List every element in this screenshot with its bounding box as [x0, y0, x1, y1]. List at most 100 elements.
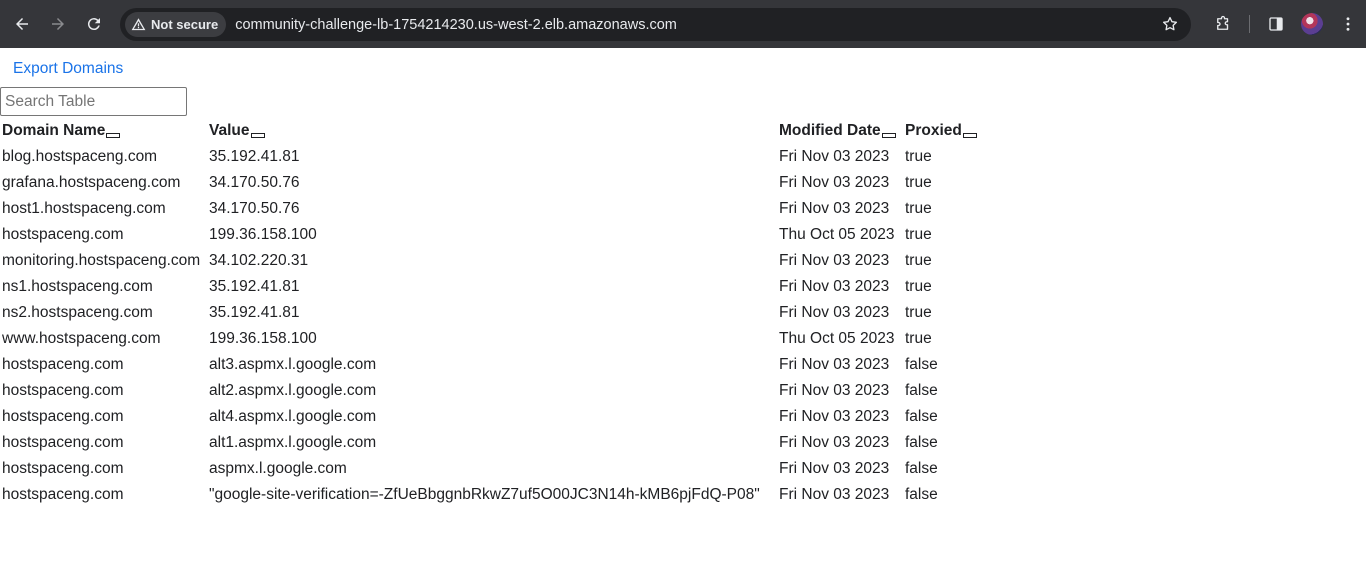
table-row: grafana.hostspaceng.com 34.170.50.76 Fri N…: [0, 170, 977, 196]
forward-button[interactable]: [40, 6, 76, 42]
sort-proxied-button[interactable]: [962, 133, 977, 138]
extensions-icon: [1217, 15, 1229, 30]
domain-cell: host1.hostspaceng.com: [2, 200, 166, 217]
toolbar-divider: [1249, 15, 1250, 33]
domain-cell: hostspaceng.com: [2, 408, 124, 425]
modified-date-cell: Fri Nov 03 2023: [779, 278, 890, 295]
security-label: Not secure: [151, 17, 219, 32]
table-row: hostspaceng.com alt4.aspmx.l.google.com Fr…: [0, 404, 977, 430]
table-row: monitoring.hostspaceng.com 34.102.220.31 F…: [0, 248, 977, 274]
proxied-cell: false: [905, 486, 938, 503]
sort-value-button[interactable]: [250, 133, 265, 138]
url-text[interactable]: community-challenge-lb-1754214230.us-wes…: [235, 17, 677, 33]
table-row: www.hostspaceng.com 199.36.158.100 Thu Oct…: [0, 326, 977, 352]
forward-arrow-icon: [52, 18, 64, 30]
extensions-button[interactable]: [1205, 6, 1241, 42]
domains-table: Domain Name Value Modified Date Proxied …: [0, 118, 977, 508]
table-row: hostspaceng.com 199.36.158.100 Thu Oct 05 …: [0, 222, 977, 248]
domain-cell: hostspaceng.com: [2, 434, 124, 451]
header-label: Value: [209, 122, 250, 139]
value-cell: alt3.aspmx.l.google.com: [209, 356, 377, 373]
value-cell: 35.192.41.81: [209, 304, 300, 321]
domain-cell: ns1.hostspaceng.com: [2, 278, 153, 295]
proxied-cell: true: [905, 252, 932, 269]
modified-date-cell: Thu Oct 05 2023: [779, 330, 895, 347]
reload-button[interactable]: [76, 6, 112, 42]
header-value: Value: [207, 118, 777, 144]
header-proxied: Proxied: [903, 118, 977, 144]
table-row: hostspaceng.com alt3.aspmx.l.google.com Fr…: [0, 352, 977, 378]
search-input[interactable]: [0, 87, 187, 116]
table-header-row: Domain Name Value Modified Date Proxied: [0, 118, 977, 144]
side-panel-icon: [1269, 17, 1283, 31]
table-row: host1.hostspaceng.com 34.170.50.76 Fri Nov…: [0, 196, 977, 222]
modified-date-cell: Fri Nov 03 2023: [779, 148, 890, 165]
domain-cell: monitoring.hostspaceng.com: [2, 252, 201, 269]
modified-date-cell: Fri Nov 03 2023: [779, 460, 890, 477]
modified-date-cell: Fri Nov 03 2023: [779, 252, 890, 269]
table-row: hostspaceng.com alt2.aspmx.l.google.com Fr…: [0, 378, 977, 404]
header-label: Domain Name: [2, 122, 106, 139]
proxied-cell: true: [905, 174, 932, 191]
browser-toolbar: Not secure community-challenge-lb-175421…: [0, 0, 1366, 48]
domain-cell: hostspaceng.com: [2, 356, 124, 373]
header-modified-date: Modified Date: [777, 118, 903, 144]
back-button[interactable]: [4, 6, 40, 42]
menu-button[interactable]: [1330, 6, 1366, 42]
value-cell: 35.192.41.81: [209, 278, 300, 295]
domain-cell: hostspaceng.com: [2, 226, 124, 243]
domain-cell: grafana.hostspaceng.com: [2, 174, 181, 191]
profile-avatar: [1301, 13, 1323, 35]
domain-cell: hostspaceng.com: [2, 460, 124, 477]
modified-date-cell: Fri Nov 03 2023: [779, 434, 890, 451]
domain-cell: ns2.hostspaceng.com: [2, 304, 153, 321]
value-cell: 34.170.50.76: [209, 200, 300, 217]
sort-date-button[interactable]: [881, 133, 896, 138]
header-label: Proxied: [905, 122, 962, 139]
proxied-cell: true: [905, 226, 932, 243]
value-cell: 34.170.50.76: [209, 174, 300, 191]
proxied-cell: false: [905, 460, 938, 477]
export-domains-link[interactable]: Export Domains: [13, 60, 123, 78]
security-chip[interactable]: Not secure: [125, 12, 227, 37]
value-cell: 34.102.220.31: [209, 252, 309, 269]
modified-date-cell: Thu Oct 05 2023: [779, 226, 895, 243]
value-cell: alt2.aspmx.l.google.com: [209, 382, 377, 399]
domain-cell: hostspaceng.com: [2, 486, 124, 503]
header-domain-name: Domain Name: [0, 118, 207, 144]
modified-date-cell: Fri Nov 03 2023: [779, 174, 890, 191]
proxied-cell: false: [905, 356, 938, 373]
proxied-cell: false: [905, 408, 938, 425]
modified-date-cell: Fri Nov 03 2023: [779, 408, 890, 425]
reload-icon: [87, 18, 100, 31]
table-row: hostspaceng.com alt1.aspmx.l.google.com Fr…: [0, 430, 977, 456]
domain-cell: hostspaceng.com: [2, 382, 124, 399]
warning-icon: [131, 18, 146, 31]
value-cell: 199.36.158.100: [209, 330, 317, 347]
star-icon: [1162, 16, 1178, 31]
table-row: hostspaceng.com aspmx.l.google.com Fri Nov…: [0, 456, 977, 482]
modified-date-cell: Fri Nov 03 2023: [779, 304, 890, 321]
proxied-cell: true: [905, 330, 932, 347]
profile-button[interactable]: [1294, 6, 1330, 42]
sort-domain-button[interactable]: [106, 133, 121, 138]
proxied-cell: true: [905, 278, 932, 295]
value-cell: alt4.aspmx.l.google.com: [209, 408, 377, 425]
domain-cell: www.hostspaceng.com: [2, 330, 161, 347]
value-cell: 199.36.158.100: [209, 226, 317, 243]
proxied-cell: true: [905, 200, 932, 217]
toolbar-actions: [1205, 6, 1366, 42]
table-row: ns2.hostspaceng.com 35.192.41.81 Fri Nov 0…: [0, 300, 977, 326]
modified-date-cell: Fri Nov 03 2023: [779, 200, 890, 217]
header-label: Modified Date: [779, 122, 881, 139]
side-panel-button[interactable]: [1258, 6, 1294, 42]
more-vert-icon: [1346, 17, 1350, 31]
bookmark-button[interactable]: [1161, 15, 1179, 38]
table-row: hostspaceng.com "google-site-verification…: [0, 482, 977, 508]
modified-date-cell: Fri Nov 03 2023: [779, 382, 890, 399]
address-bar[interactable]: Not secure community-challenge-lb-175421…: [120, 8, 1191, 41]
value-cell: alt1.aspmx.l.google.com: [209, 434, 377, 451]
value-cell: aspmx.l.google.com: [209, 460, 347, 477]
value-cell: "google-site-verification=-ZfUeBbggnbRkw…: [209, 486, 760, 503]
modified-date-cell: Fri Nov 03 2023: [779, 356, 890, 373]
